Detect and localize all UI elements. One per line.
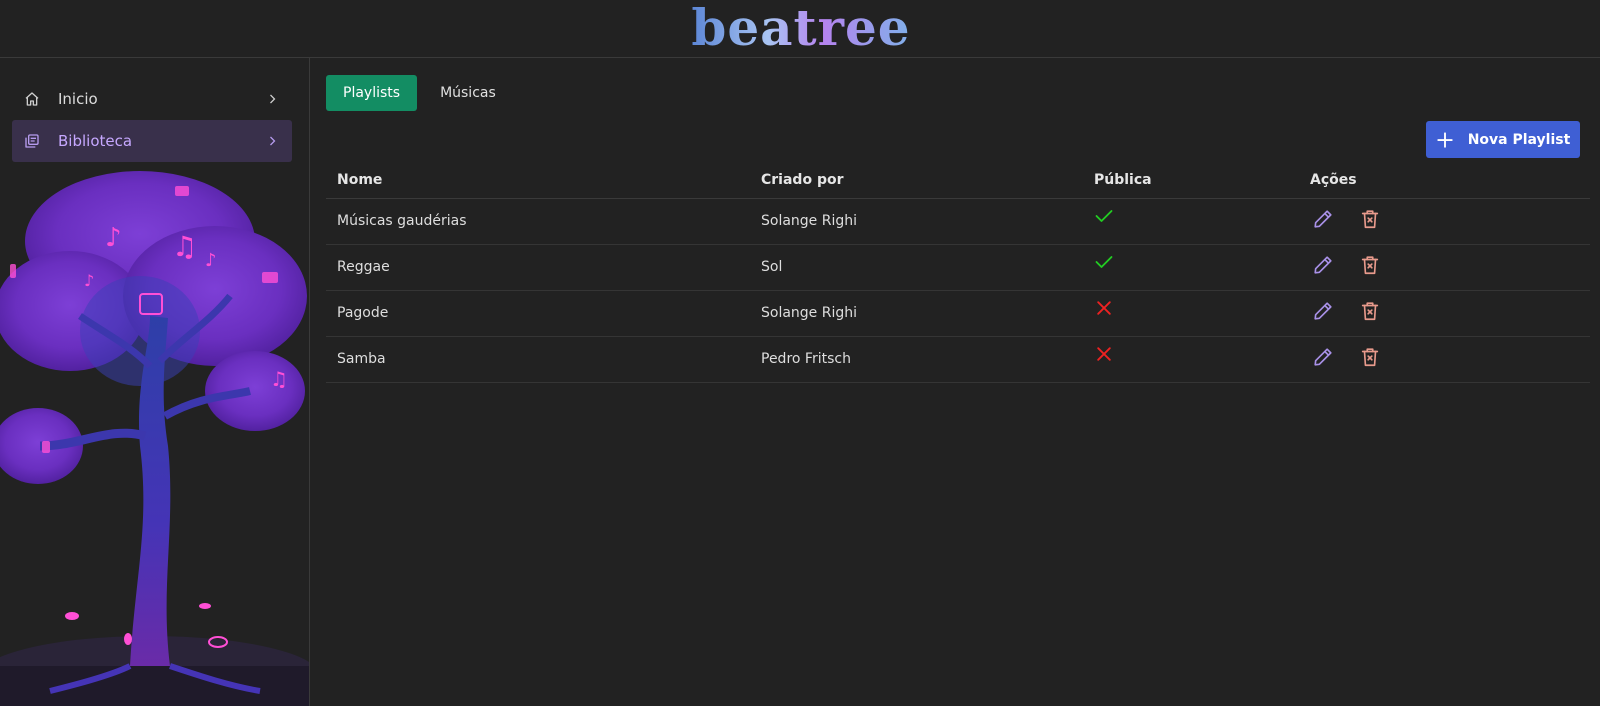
edit-icon[interactable] [1312,300,1334,322]
cell-acoes [1299,336,1590,383]
tab-playlists[interactable]: Playlists [326,75,418,111]
cell-acoes [1299,244,1590,291]
cell-criado-por: Solange Righi [750,290,1083,337]
svg-text:♪: ♪ [205,250,217,271]
cell-criado-por: Sol [750,244,1083,291]
cell-nome: Reggae [326,244,750,291]
svg-text:♫: ♫ [172,230,197,263]
edit-icon[interactable] [1312,208,1334,230]
table-row[interactable]: Reggae Sol [326,244,1590,291]
svg-text:♪: ♪ [84,271,94,290]
library-icon [24,132,42,150]
table-header-row: Nome Criado por Pública Ações [326,162,1590,199]
table-row[interactable]: Samba Pedro Fritsch [326,336,1590,383]
column-header-nome[interactable]: Nome [326,162,750,199]
column-header-criado-por[interactable]: Criado por [750,162,1083,199]
main-content: Playlists Músicas Nova Playlist Nome Cri… [326,58,1590,706]
sidebar-item-label: Inicio [58,90,98,108]
cell-acoes [1299,198,1590,245]
column-header-acoes: Ações [1299,162,1590,199]
beatree-logo[interactable]: beatree [691,1,910,55]
tab-musicas[interactable]: Músicas [423,75,513,111]
home-icon [24,90,42,108]
table-row[interactable]: Pagode Solange Righi [326,290,1590,337]
logo-text: beatree [691,0,911,57]
svg-text:♪: ♪ [105,223,122,253]
sidebar: Inicio Biblioteca ♪ ♫ ♪ ♪ ♫ [0,58,310,706]
delete-icon[interactable] [1359,208,1381,230]
playlists-table: Nome Criado por Pública Ações Músicas ga… [326,162,1590,383]
new-playlist-button[interactable]: Nova Playlist [1426,121,1580,158]
sidebar-item-label: Biblioteca [58,132,133,150]
tab-bar: Playlists Músicas [326,75,519,111]
cell-publica [1083,198,1299,245]
svg-text:♫: ♫ [270,367,288,391]
table-row[interactable]: Músicas gaudérias Solange Righi [326,198,1590,245]
cell-acoes [1299,290,1590,337]
delete-icon[interactable] [1359,254,1381,276]
table-body: Músicas gaudérias Solange Righi Reggae S… [326,198,1590,383]
cross-icon [1097,347,1111,361]
cell-publica [1083,244,1299,291]
sidebar-nav: Inicio Biblioteca [12,78,292,162]
cell-criado-por: Pedro Fritsch [750,336,1083,383]
check-icon [1095,210,1113,222]
check-icon [1095,256,1113,268]
edit-icon[interactable] [1312,346,1334,368]
cell-publica [1083,290,1299,337]
cell-criado-por: Solange Righi [750,198,1083,245]
plus-icon [1437,131,1453,148]
cell-publica [1083,336,1299,383]
sidebar-item-inicio[interactable]: Inicio [12,78,292,120]
sidebar-item-biblioteca[interactable]: Biblioteca [12,120,292,162]
cell-nome: Pagode [326,290,750,337]
cell-nome: Samba [326,336,750,383]
music-tree-illustration: ♪ ♫ ♪ ♪ ♫ [0,171,309,706]
cell-nome: Músicas gaudérias [326,198,750,245]
chevron-right-icon [266,92,280,106]
delete-icon[interactable] [1359,300,1381,322]
edit-icon[interactable] [1312,254,1334,276]
column-header-publica[interactable]: Pública [1083,162,1299,199]
cross-icon [1097,301,1111,315]
delete-icon[interactable] [1359,346,1381,368]
app-header: beatree [0,0,1600,58]
chevron-right-icon [266,134,280,148]
new-playlist-label: Nova Playlist [1467,131,1571,148]
